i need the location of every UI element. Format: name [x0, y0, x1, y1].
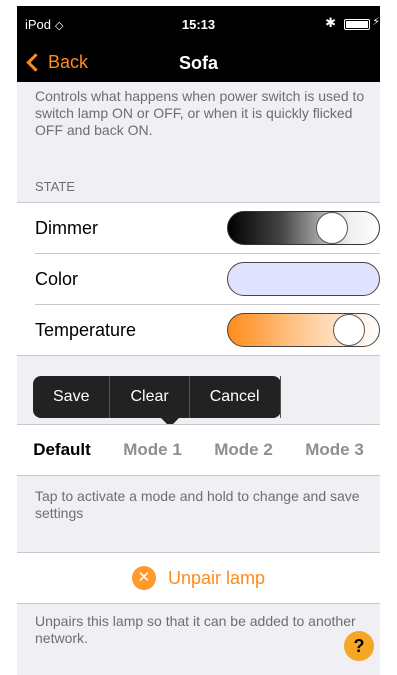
modes-hint: Tap to activate a mode and hold to chang… [35, 488, 360, 521]
mode-default[interactable]: Default [33, 440, 91, 460]
unpair-lamp-button[interactable]: ✕ Unpair lamp [17, 552, 380, 604]
intro-description: Controls what happens when power switch … [35, 88, 365, 138]
unpair-lamp-label: Unpair lamp [167, 567, 266, 588]
help-button[interactable]: ? [344, 631, 374, 661]
mode-3[interactable]: Mode 3 [305, 440, 364, 460]
color-picker[interactable] [227, 262, 380, 296]
edit-popup-menu: Save Clear Cancel [33, 376, 281, 427]
charging-icon: ⚡ [372, 16, 380, 28]
temperature-label: Temperature [35, 320, 137, 340]
navigation-bar: Back Sofa [17, 44, 380, 82]
battery-icon [344, 19, 370, 30]
close-circle-icon: ✕ [131, 566, 156, 590]
page-title: Sofa [178, 53, 218, 73]
clear-button[interactable]: Clear [110, 376, 190, 418]
state-group: Dimmer Color Temperature [17, 202, 380, 356]
status-bar: iPod ◇ 15:13 ✱ ⚡ [17, 6, 380, 44]
state-row-temperature: Temperature [35, 305, 380, 355]
dimmer-slider-knob[interactable] [316, 212, 349, 244]
mode-1[interactable]: Mode 1 [123, 440, 182, 460]
unpair-description: Unpairs this lamp so that it can be adde… [35, 613, 356, 646]
temperature-slider-knob[interactable] [332, 314, 365, 346]
state-section-header: STATE [35, 179, 75, 194]
color-label: Color [35, 269, 79, 289]
dimmer-slider[interactable] [227, 211, 380, 245]
mode-2[interactable]: Mode 2 [214, 440, 273, 460]
mode-selector: Default Mode 1 Mode 2 Mode 3 [17, 424, 380, 476]
save-button[interactable]: Save [33, 376, 111, 418]
cancel-button[interactable]: Cancel [190, 376, 281, 418]
state-row-color: Color [35, 254, 380, 305]
temperature-slider[interactable] [227, 313, 380, 347]
bluetooth-icon: ✱ [325, 15, 336, 30]
dimmer-label: Dimmer [35, 218, 98, 238]
state-row-dimmer: Dimmer [35, 203, 380, 254]
device-screen: iPod ◇ 15:13 ✱ ⚡ Back Sofa Controls what … [17, 6, 380, 675]
